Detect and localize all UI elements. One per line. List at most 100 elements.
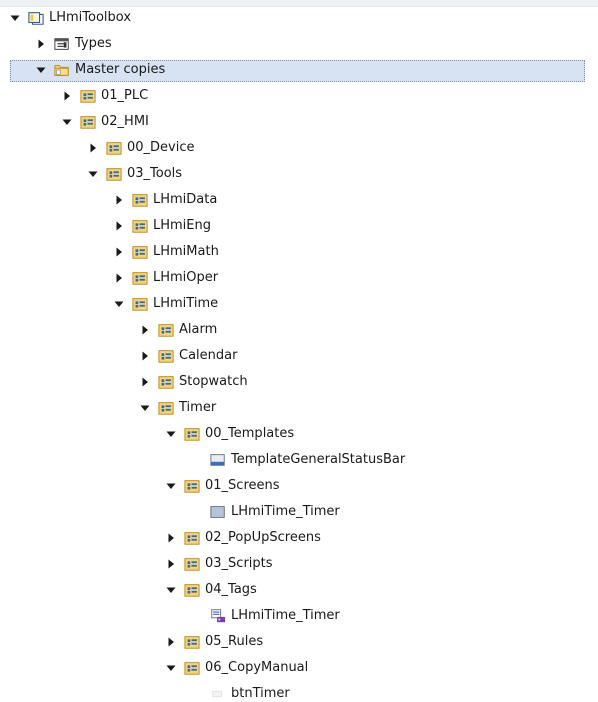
tree-item-label: LHmiTime: [153, 296, 219, 311]
master-copy-folder-icon: [158, 374, 174, 390]
master-copy-folder-icon: [132, 270, 148, 286]
expand-arrow-icon[interactable]: [166, 637, 176, 647]
tree-item-05-rules[interactable]: 05_Rules: [10, 629, 585, 655]
tree-item-lhmimath[interactable]: LHmiMath: [10, 239, 585, 265]
collapse-arrow-icon[interactable]: [166, 481, 176, 491]
tree-item-04-tags[interactable]: 04_Tags: [10, 577, 585, 603]
tree-item-label: 01_PLC: [101, 88, 149, 103]
tree-item-alarm[interactable]: Alarm: [10, 317, 585, 343]
master-copies-folder-icon: [54, 62, 70, 78]
tree-item-00-templates[interactable]: 00_Templates: [10, 421, 585, 447]
master-copy-folder-icon: [80, 88, 96, 104]
tree-item-lhmieng[interactable]: LHmiEng: [10, 213, 585, 239]
master-copy-folder-icon: [106, 166, 122, 182]
tree-item-btntimer[interactable]: btnTimer: [10, 681, 585, 702]
tree-item-label: 04_Tags: [205, 582, 257, 597]
tree-item-label: LHmiOper: [153, 270, 219, 285]
tree-item-templategeneralstatusbar[interactable]: TemplateGeneralStatusBar: [10, 447, 585, 473]
tree-item-lhmidata[interactable]: LHmiData: [10, 187, 585, 213]
master-copy-folder-icon: [158, 322, 174, 338]
tree-item-stopwatch[interactable]: Stopwatch: [10, 369, 585, 395]
collapse-arrow-icon[interactable]: [114, 299, 124, 309]
project-library-icon: [28, 10, 44, 26]
button-object-icon: [210, 686, 226, 702]
expand-arrow-icon[interactable]: [114, 247, 124, 257]
tree-item-02-popupscreens[interactable]: 02_PopUpScreens: [10, 525, 585, 551]
tree-item-06-copymanual[interactable]: 06_CopyManual: [10, 655, 585, 681]
tree-item-00-device[interactable]: 00_Device: [10, 135, 585, 161]
library-tree: LHmiToolbox Types Master copies 01_PLC 02_HM…: [10, 5, 585, 702]
master-copy-folder-icon: [132, 218, 148, 234]
master-copy-folder-icon: [132, 192, 148, 208]
collapse-arrow-icon[interactable]: [166, 429, 176, 439]
expand-arrow-icon[interactable]: [36, 39, 46, 49]
master-copy-folder-icon: [132, 244, 148, 260]
tree-item-label: LHmiMath: [153, 244, 219, 259]
tree-item-label: LHmiToolbox: [49, 10, 132, 25]
tree-item-label: 03_Scripts: [205, 556, 273, 571]
types-folder-icon: [54, 36, 70, 52]
expand-arrow-icon[interactable]: [114, 273, 124, 283]
project-library-tree-view: LHmiToolbox Types Master copies 01_PLC 02_HM…: [0, 0, 598, 702]
master-copy-folder-icon: [106, 140, 122, 156]
tree-item-label: 01_Screens: [205, 478, 280, 493]
tree-item-label: 02_HMI: [101, 114, 149, 129]
tree-item-label: 06_CopyManual: [205, 660, 309, 675]
tree-item-types[interactable]: Types: [10, 31, 585, 57]
tag-table-icon: [210, 608, 226, 624]
collapse-arrow-icon[interactable]: [88, 169, 98, 179]
master-copy-folder-icon: [184, 530, 200, 546]
screen-icon: [210, 504, 226, 520]
expand-arrow-icon[interactable]: [140, 351, 150, 361]
tree-item-timer[interactable]: Timer: [10, 395, 585, 421]
expand-arrow-icon[interactable]: [114, 195, 124, 205]
tree-item-label: 03_Tools: [127, 166, 183, 181]
expand-arrow-icon[interactable]: [114, 221, 124, 231]
tree-item-master-copies[interactable]: Master copies: [10, 57, 585, 83]
collapse-arrow-icon[interactable]: [166, 663, 176, 673]
tree-item-lhmioper[interactable]: LHmiOper: [10, 265, 585, 291]
tree-item-label: LHmiData: [153, 192, 218, 207]
tree-item-lhmitoolbox[interactable]: LHmiToolbox: [10, 5, 585, 31]
expand-arrow-icon[interactable]: [166, 533, 176, 543]
tree-item-label: LHmiTime_Timer: [231, 504, 340, 519]
tree-item-label: Calendar: [179, 348, 238, 363]
tree-item-label: TemplateGeneralStatusBar: [231, 452, 406, 467]
master-copy-folder-icon: [184, 582, 200, 598]
master-copy-folder-icon: [184, 660, 200, 676]
master-copy-folder-icon: [184, 634, 200, 650]
collapse-arrow-icon[interactable]: [10, 13, 20, 23]
tree-item-lhmitime-timer[interactable]: LHmiTime_Timer: [10, 603, 585, 629]
collapse-arrow-icon[interactable]: [166, 585, 176, 595]
master-copy-folder-icon: [80, 114, 96, 130]
master-copy-folder-icon: [158, 348, 174, 364]
expand-arrow-icon[interactable]: [62, 91, 72, 101]
collapse-arrow-icon[interactable]: [62, 117, 72, 127]
tree-item-label: LHmiEng: [153, 218, 211, 233]
collapse-arrow-icon[interactable]: [140, 403, 150, 413]
tree-item-lhmitime[interactable]: LHmiTime: [10, 291, 585, 317]
master-copy-folder-icon: [158, 400, 174, 416]
tree-item-01-plc[interactable]: 01_PLC: [10, 83, 585, 109]
collapse-arrow-icon[interactable]: [36, 65, 46, 75]
expand-arrow-icon[interactable]: [140, 325, 150, 335]
tree-item-03-scripts[interactable]: 03_Scripts: [10, 551, 585, 577]
tree-item-label: LHmiTime_Timer: [231, 608, 340, 623]
tree-item-lhmitime-timer[interactable]: LHmiTime_Timer: [10, 499, 585, 525]
tree-item-label: 00_Templates: [205, 426, 295, 441]
tree-item-label: 02_PopUpScreens: [205, 530, 321, 545]
master-copy-folder-icon: [132, 296, 148, 312]
expand-arrow-icon[interactable]: [88, 143, 98, 153]
tree-item-label: Types: [75, 36, 112, 51]
tree-item-label: Stopwatch: [179, 374, 248, 389]
tree-item-01-screens[interactable]: 01_Screens: [10, 473, 585, 499]
tree-item-02-hmi[interactable]: 02_HMI: [10, 109, 585, 135]
template-screen-icon: [210, 452, 226, 468]
tree-item-label: 00_Device: [127, 140, 195, 155]
expand-arrow-icon[interactable]: [140, 377, 150, 387]
tree-item-label: Timer: [179, 400, 217, 415]
tree-item-calendar[interactable]: Calendar: [10, 343, 585, 369]
expand-arrow-icon[interactable]: [166, 559, 176, 569]
tree-item-03-tools[interactable]: 03_Tools: [10, 161, 585, 187]
master-copy-folder-icon: [184, 556, 200, 572]
